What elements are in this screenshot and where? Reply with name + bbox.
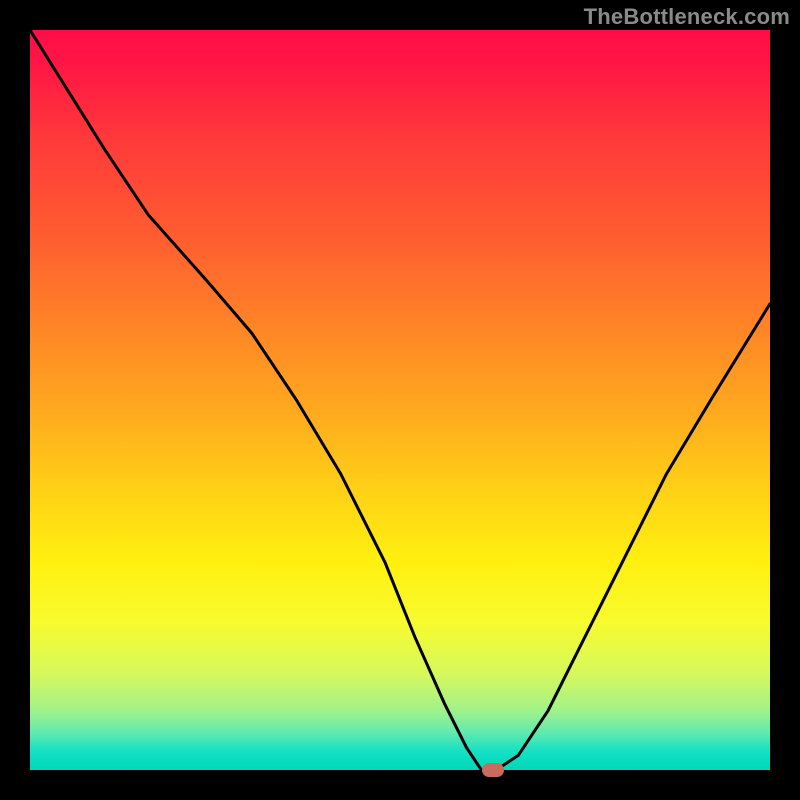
plot-area [30, 30, 770, 770]
chart-frame: TheBottleneck.com [0, 0, 800, 800]
optimal-point-marker [482, 763, 504, 777]
watermark-text: TheBottleneck.com [584, 4, 790, 30]
bottleneck-curve [30, 30, 770, 770]
